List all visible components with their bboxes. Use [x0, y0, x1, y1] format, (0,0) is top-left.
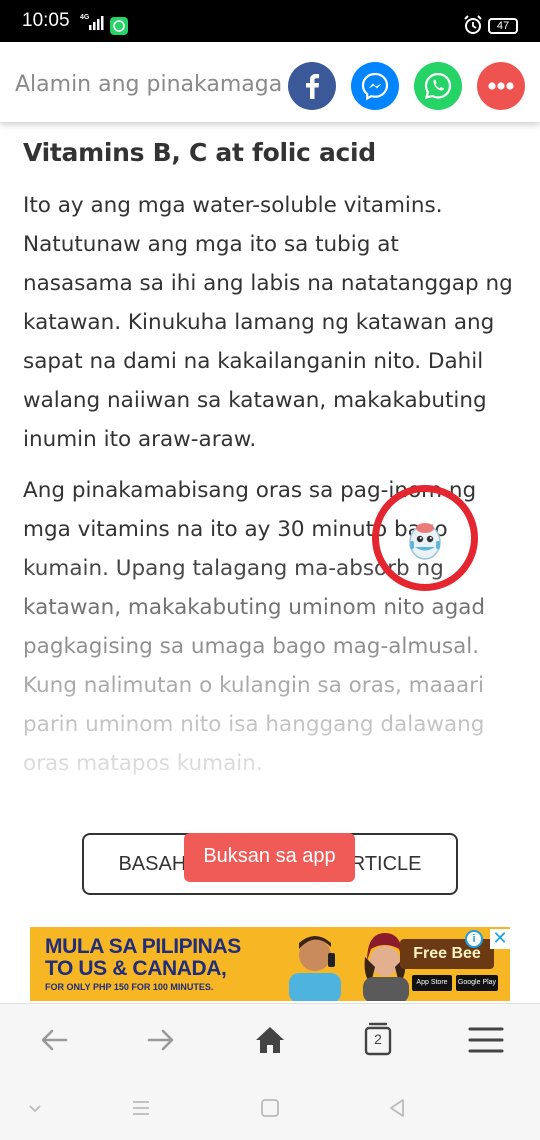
- section-heading: Vitamins B, C at folic acid: [23, 138, 376, 167]
- home-square-icon[interactable]: [259, 1097, 281, 1119]
- whatsapp-notification-icon: [110, 17, 128, 35]
- facebook-icon: [306, 74, 320, 99]
- ad-headline: TO US & CANADA,: [45, 957, 227, 980]
- tabs-button[interactable]: 2: [364, 1022, 392, 1056]
- ad-info-icon[interactable]: i: [465, 930, 483, 948]
- whatsapp-icon: [424, 72, 452, 100]
- article-paragraph: Ito ay ang mga water-soluble vitamins. N…: [23, 193, 513, 452]
- messenger-share-button[interactable]: [351, 62, 399, 110]
- menu-icon[interactable]: [468, 1022, 504, 1058]
- signal-icon: [89, 16, 104, 30]
- share-bar: Alamin ang pinakamaga: [0, 42, 540, 122]
- battery-indicator: 47: [488, 18, 518, 34]
- alarm-icon: [464, 15, 482, 34]
- article-body: Vitamins B, C at folic acid Ito ay ang m…: [23, 130, 513, 783]
- ad-headline: MULA SA PILIPINAS: [45, 935, 241, 958]
- ad-subtext: FOR ONLY PHP 150 FOR 100 MINUTES.: [45, 982, 214, 992]
- app-store-badge: App Store: [412, 975, 452, 991]
- recents-icon[interactable]: [130, 1097, 152, 1119]
- status-bar: 10:05 4G 47: [0, 0, 540, 42]
- tab-count: 2: [374, 1031, 382, 1047]
- open-in-app-button[interactable]: Buksan sa app: [184, 833, 355, 882]
- home-icon[interactable]: [252, 1022, 288, 1058]
- forward-arrow-icon[interactable]: [143, 1022, 179, 1058]
- chevron-down-icon[interactable]: [24, 1097, 46, 1119]
- messenger-icon: [361, 72, 389, 101]
- status-time: 10:05: [22, 10, 70, 31]
- more-share-button[interactable]: [477, 62, 525, 110]
- facebook-share-button[interactable]: [288, 62, 336, 110]
- floating-chat-bubble[interactable]: [372, 485, 478, 591]
- article-short-title: Alamin ang pinakamaga: [15, 72, 283, 97]
- google-play-badge: Google Play: [456, 975, 498, 991]
- ad-banner[interactable]: MULA SA PILIPINAS TO US & CANADA, FOR ON…: [30, 927, 510, 1001]
- mascot-icon: [409, 523, 441, 560]
- ad-close-icon[interactable]: ✕: [490, 929, 510, 949]
- more-dots-icon: [488, 82, 514, 90]
- whatsapp-share-button[interactable]: [414, 62, 462, 110]
- browser-toolbar: 2: [0, 1003, 540, 1075]
- back-arrow-icon[interactable]: [36, 1022, 72, 1058]
- back-triangle-icon[interactable]: [386, 1097, 408, 1119]
- system-nav-bar: [0, 1075, 540, 1140]
